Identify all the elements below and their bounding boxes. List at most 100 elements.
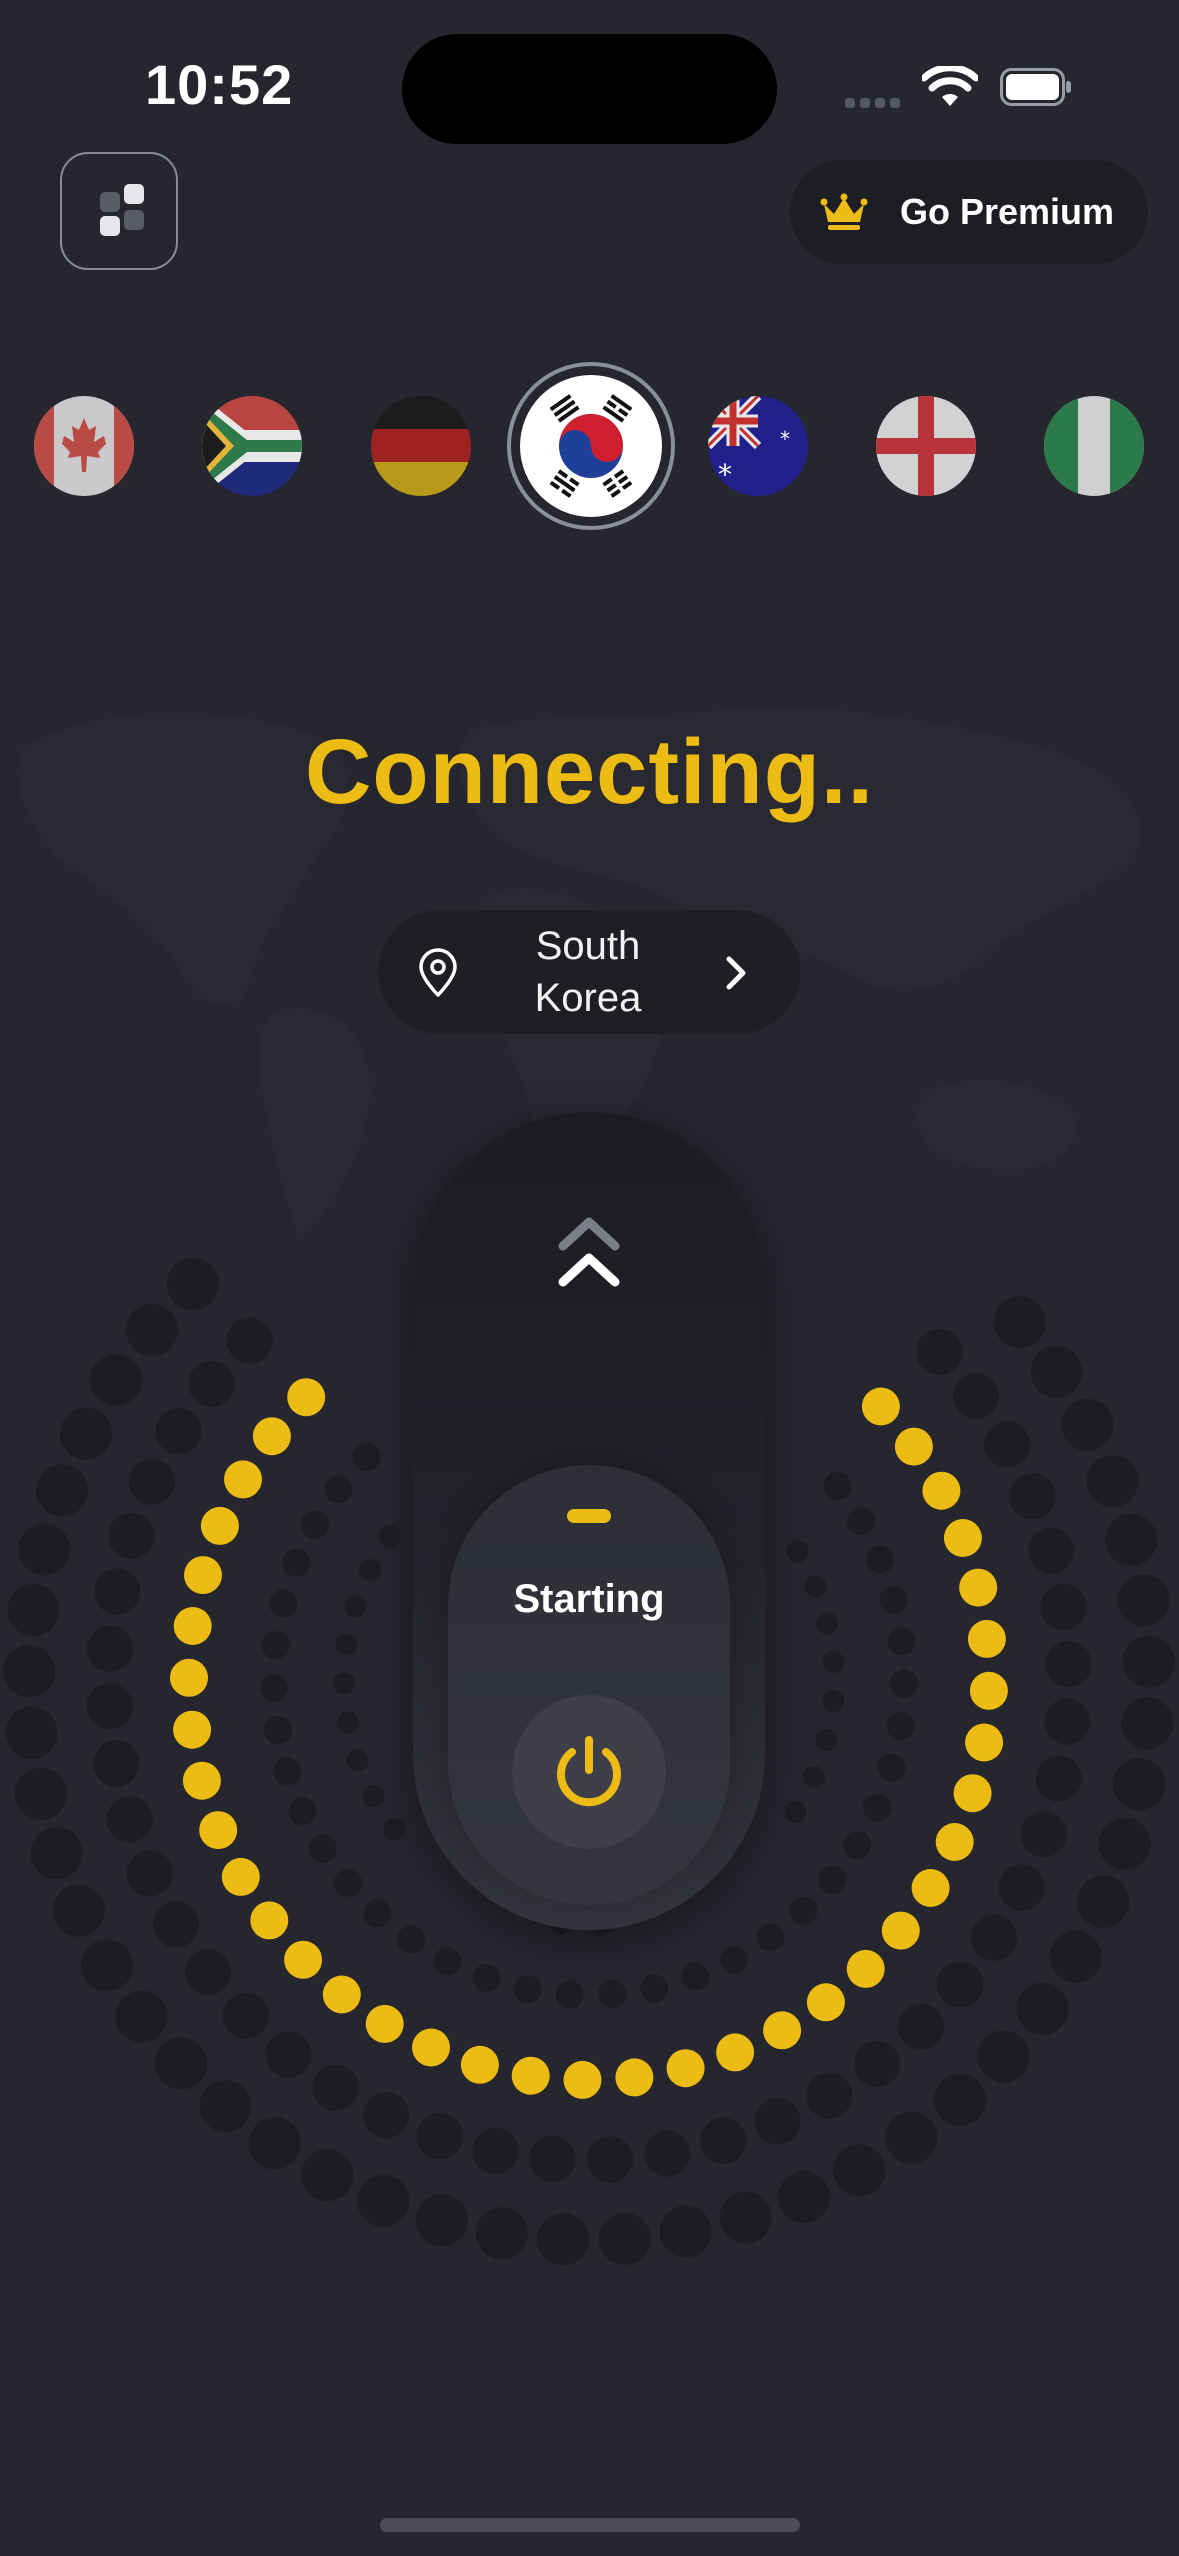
progress-dot	[30, 1827, 83, 1880]
progress-dot	[587, 2136, 633, 2183]
flag-nigeria[interactable]	[1044, 396, 1144, 496]
location-name-line2: Korea	[534, 976, 642, 1020]
progress-dot	[894, 1427, 933, 1466]
progress-dot	[866, 1545, 894, 1574]
progress-dot	[881, 1911, 920, 1950]
progress-dot	[359, 1559, 382, 1581]
progress-dot	[308, 1834, 337, 1863]
progress-dot	[312, 2064, 359, 2111]
progress-dot	[226, 1317, 273, 1364]
progress-dot	[224, 1460, 262, 1499]
progress-dot	[1028, 1527, 1075, 1574]
progress-dot	[199, 1811, 238, 1850]
flag-germany[interactable]	[371, 396, 471, 496]
progress-dot	[200, 1506, 239, 1545]
go-premium-label: Go Premium	[900, 191, 1115, 232]
status-time: 10:52	[145, 53, 294, 116]
progress-dot	[644, 2130, 691, 2177]
progress-dot	[993, 1296, 1046, 1349]
location-selector[interactable]: South Korea	[378, 910, 800, 1034]
progress-dot	[5, 1706, 58, 1759]
progress-dot	[916, 1328, 963, 1375]
progress-dot	[953, 1774, 992, 1813]
progress-dot	[333, 1672, 355, 1695]
progress-dot	[846, 1949, 885, 1988]
progress-dot	[970, 1914, 1017, 1961]
progress-dot	[720, 1945, 749, 1974]
progress-dot	[681, 1962, 710, 1991]
progress-dot	[953, 1373, 999, 1419]
go-premium-button[interactable]: Go Premium	[790, 160, 1148, 264]
progress-dot	[199, 2080, 252, 2133]
svg-text:*: *	[718, 458, 732, 491]
progress-dot	[833, 2144, 886, 2197]
progress-dot	[818, 1865, 847, 1894]
progress-dot	[1121, 1697, 1174, 1750]
progress-dot	[1030, 1345, 1083, 1398]
progress-dot	[804, 1575, 827, 1598]
progress-dot	[1086, 1455, 1139, 1508]
progress-dot	[221, 1857, 260, 1896]
progress-dot	[806, 2072, 853, 2119]
progress-dot	[18, 1523, 71, 1576]
progress-dot	[1122, 1635, 1175, 1688]
battery-icon	[1000, 68, 1071, 106]
progress-dot	[886, 1712, 915, 1741]
progress-dot	[415, 2194, 468, 2247]
progress-dot	[959, 1568, 998, 1607]
progress-dot	[94, 1568, 141, 1615]
power-button[interactable]	[512, 1695, 666, 1849]
progress-dot	[1040, 1583, 1087, 1630]
home-indicator	[380, 2518, 800, 2532]
progress-dot	[269, 1589, 298, 1618]
chevron-right-icon	[726, 956, 746, 990]
progress-dot	[890, 1669, 918, 1698]
progress-dot	[1105, 1513, 1158, 1566]
flag-australia[interactable]: * *	[708, 396, 808, 496]
progress-dot	[700, 2117, 747, 2164]
flag-england[interactable]	[876, 396, 976, 496]
progress-dot	[1045, 1641, 1092, 1688]
progress-dot	[1077, 1875, 1130, 1928]
double-chevron-up-icon	[558, 1217, 620, 1287]
progress-dot	[911, 1869, 950, 1907]
progress-dot	[287, 1378, 326, 1417]
cellular-signal-icon	[845, 95, 905, 108]
crown-icon	[820, 193, 868, 230]
power-icon	[557, 1736, 621, 1807]
progress-dot	[344, 1595, 367, 1618]
progress-dot	[529, 2135, 576, 2182]
progress-dot	[300, 1510, 329, 1539]
progress-dot	[396, 1925, 425, 1954]
flag-south-africa[interactable]	[202, 396, 302, 496]
location-pin-icon	[419, 948, 457, 997]
progress-dot	[185, 1949, 232, 1996]
progress-dot	[363, 2092, 410, 2139]
progress-dot	[854, 2040, 901, 2087]
progress-dot	[170, 1658, 208, 1697]
progress-dot	[155, 2037, 207, 2090]
menu-button[interactable]	[60, 152, 178, 270]
progress-dot	[184, 1556, 222, 1595]
progress-dot	[282, 1549, 311, 1577]
progress-dot	[128, 1458, 175, 1505]
progress-dot	[173, 1607, 212, 1645]
progress-dot	[877, 1753, 906, 1782]
progress-dot	[922, 1471, 961, 1510]
progress-dot	[898, 2003, 944, 2050]
progress-dot	[324, 1475, 353, 1504]
progress-dot	[460, 2045, 499, 2084]
flag-canada[interactable]	[34, 396, 134, 496]
progress-dot	[977, 2030, 1030, 2083]
flag-south-korea[interactable]	[520, 375, 662, 517]
progress-dot	[365, 2004, 404, 2043]
progress-dot	[250, 1901, 289, 1940]
progress-dot	[756, 1923, 785, 1952]
progress-dot	[943, 1519, 982, 1557]
location-name: South Korea	[488, 920, 688, 1024]
progress-dot	[511, 2056, 550, 2095]
progress-dot	[666, 2049, 705, 2088]
progress-dot	[412, 2028, 450, 2067]
progress-dot	[598, 1980, 627, 2009]
connect-slider-knob[interactable]: Starting	[448, 1465, 730, 1905]
